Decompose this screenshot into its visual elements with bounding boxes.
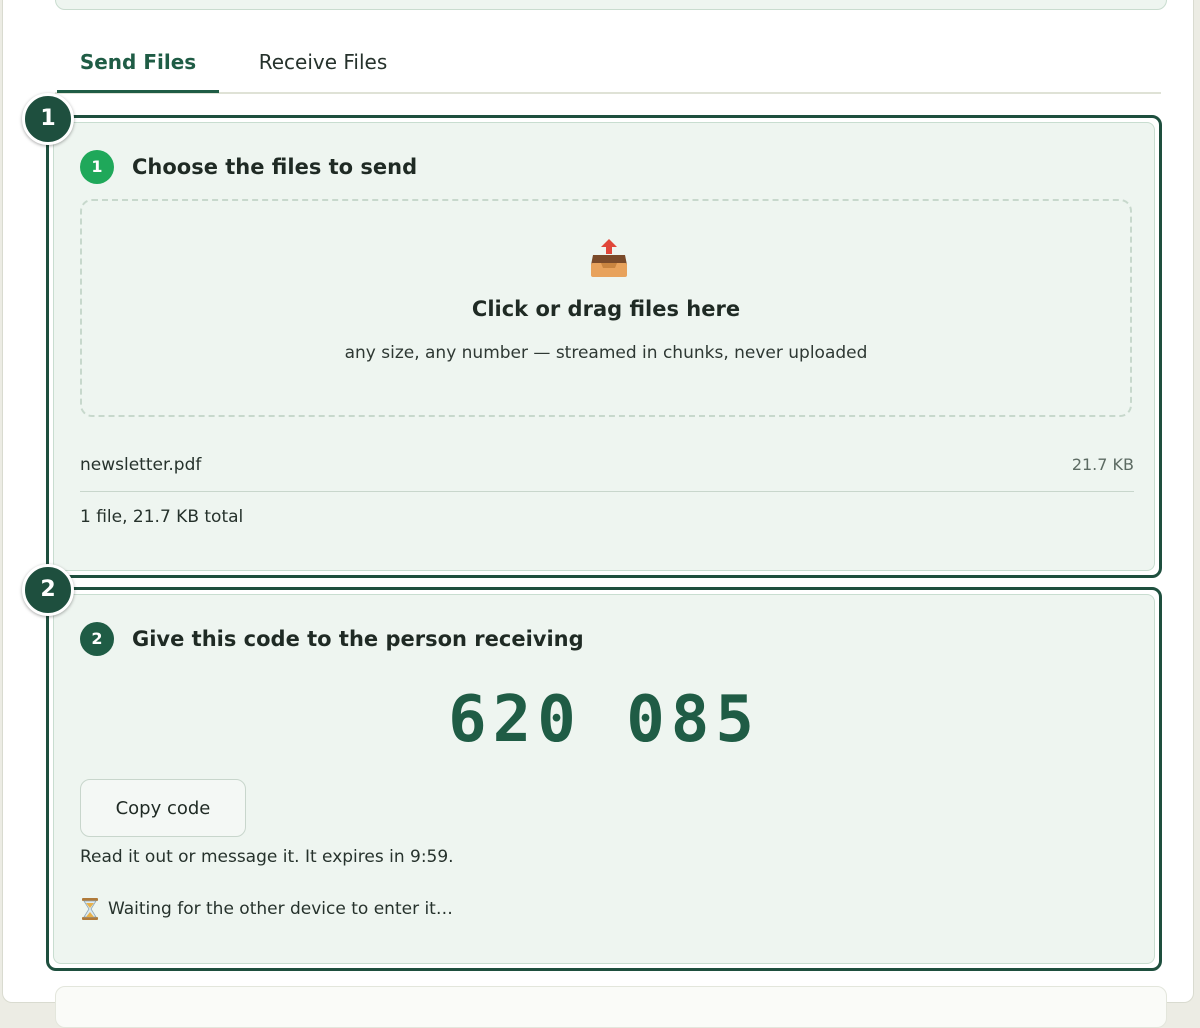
files-total: 1 file, 21.7 KB total	[80, 507, 244, 527]
step-1-frame: 1 Choose the files to send Click or drag…	[46, 115, 1162, 578]
share-code-title: Give this code to the person receiving	[132, 627, 584, 651]
file-list-item: newsletter.pdf 21.7 KB	[80, 451, 1134, 492]
code-expiry-text: Read it out or message it. It expires in…	[80, 847, 454, 867]
next-card	[55, 986, 1167, 1028]
step-1-badge: 1	[80, 150, 114, 184]
choose-files-title: Choose the files to send	[132, 155, 418, 179]
step-1-marker: 1	[22, 93, 74, 145]
previous-card	[55, 0, 1167, 10]
copy-code-button[interactable]: Copy code	[80, 779, 246, 837]
tab-receive-files[interactable]: Receive Files	[233, 40, 413, 90]
transfer-code: 620 085	[448, 683, 760, 757]
share-code-header: 2 Give this code to the person receiving	[80, 621, 584, 657]
tab-bar: Send Files Receive Files	[55, 40, 1161, 94]
outbox-tray-icon	[591, 239, 627, 277]
choose-files-card: 1 Choose the files to send Click or drag…	[53, 122, 1155, 571]
dropzone-subtitle: any size, any number — streamed in chunk…	[344, 343, 868, 363]
waiting-text: Waiting for the other device to enter it…	[108, 899, 453, 919]
hourglass-icon	[82, 898, 98, 920]
tab-send-files[interactable]: Send Files	[57, 40, 219, 93]
file-dropzone[interactable]: Click or drag files here any size, any n…	[80, 199, 1132, 417]
step-2-badge: 2	[80, 622, 114, 656]
dropzone-title: Click or drag files here	[471, 297, 741, 321]
file-size: 21.7 KB	[1071, 455, 1134, 474]
waiting-status: Waiting for the other device to enter it…	[80, 897, 453, 921]
step-2-marker: 2	[22, 564, 74, 616]
step-2-frame: 2 Give this code to the person receiving…	[46, 587, 1162, 971]
choose-files-header: 1 Choose the files to send	[80, 149, 417, 185]
file-name: newsletter.pdf	[80, 455, 202, 475]
share-code-card: 2 Give this code to the person receiving…	[53, 594, 1155, 964]
